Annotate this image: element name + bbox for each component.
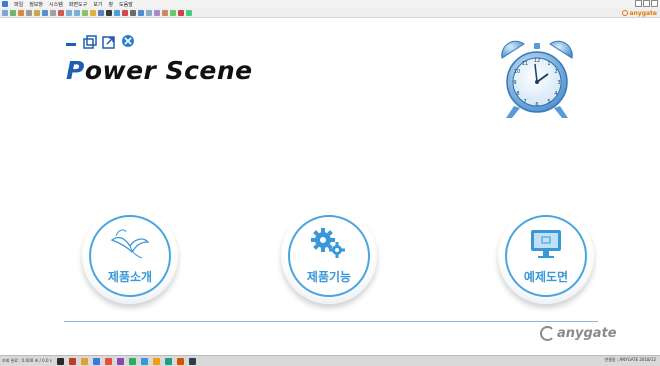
svg-text:8: 8 <box>516 91 519 97</box>
toolbar-save-icon[interactable] <box>42 9 48 16</box>
toolbar-brand: anygate <box>622 8 657 18</box>
svg-text:12: 12 <box>534 58 540 64</box>
toolbar-home-icon[interactable] <box>18 9 24 16</box>
menu-file[interactable]: 파일 <box>14 1 23 8</box>
example-drawings-button[interactable]: 예제도면 <box>498 208 594 304</box>
toolbar-grid-icon[interactable] <box>82 9 88 16</box>
taskbar-app-icon[interactable] <box>140 357 148 365</box>
toolbar-window-icon[interactable] <box>138 9 144 16</box>
gears-icon <box>311 228 345 258</box>
toolbar-settings-icon[interactable] <box>130 9 136 16</box>
toolbar-folder-icon[interactable] <box>34 9 40 16</box>
menu-bar: 파일 정보창 시스템 화면도구 보기 창 도움말 <box>0 0 660 8</box>
taskbar-app-icon[interactable] <box>152 357 160 365</box>
taskbar-app-icon[interactable] <box>68 357 76 365</box>
close-icon[interactable] <box>122 35 134 47</box>
title-rest: ower Scene <box>84 56 253 85</box>
toolbar-print-icon[interactable] <box>50 9 56 16</box>
toolbar-chart-icon[interactable] <box>98 9 104 16</box>
toolbar-alarm-icon[interactable] <box>122 9 128 16</box>
toolbar-export-icon[interactable] <box>170 9 176 16</box>
toolbar-globe-icon[interactable] <box>114 9 120 16</box>
anygate-logo-icon <box>540 326 555 341</box>
menu-system[interactable]: 시스템 <box>49 1 63 8</box>
svg-text:6: 6 <box>535 102 538 108</box>
svg-text:4: 4 <box>554 91 557 97</box>
taskbar: 조회 완료 : 0.000 초 / 0.0 s 연결됨 : ANYGATE 20… <box>0 355 660 366</box>
toolbar-zoom-in-icon[interactable] <box>66 9 72 16</box>
footer-brand: anygate <box>540 326 617 341</box>
menu-view[interactable]: 보기 <box>93 1 102 8</box>
taskbar-app-icon[interactable] <box>164 357 172 365</box>
toolbar-open-icon[interactable] <box>26 9 32 16</box>
toolbar-forward-icon[interactable] <box>10 9 16 16</box>
svg-text:10: 10 <box>514 69 520 75</box>
app-icon <box>2 1 8 7</box>
product-features-button[interactable]: 제품기능 <box>281 208 377 304</box>
toolbar-run-icon[interactable] <box>186 9 192 16</box>
svg-text:5: 5 <box>547 99 550 105</box>
page-title: Power Scene <box>66 56 253 85</box>
toolbar-zoom-out-icon[interactable] <box>74 9 80 16</box>
footer-divider <box>64 321 598 322</box>
toolbar-report-icon[interactable] <box>162 9 168 16</box>
example-drawings-label: 예제도면 <box>523 270 569 284</box>
window-minimize-icon[interactable] <box>635 0 642 7</box>
toolbar-lock-icon[interactable] <box>90 9 96 16</box>
alarm-clock-icon: 12 12 345 678 91011 <box>501 40 573 118</box>
window-controls <box>635 0 658 7</box>
menu-window[interactable]: 창 <box>108 1 113 8</box>
taskbar-app-icon[interactable] <box>92 357 100 365</box>
toolbar-monitor-icon[interactable] <box>106 9 112 16</box>
brand-logo-icon <box>622 10 629 16</box>
footer-brand-text: anygate <box>557 326 617 341</box>
view-controls <box>66 35 134 49</box>
title-first-letter: P <box>66 56 85 85</box>
taskbar-app-icon[interactable] <box>176 357 184 365</box>
toolbar-stop-icon[interactable] <box>178 9 184 16</box>
status-right: 연결됨 : ANYGATE 2018/12 <box>604 357 657 362</box>
window-restore-icon[interactable] <box>643 0 650 7</box>
toolbar-split-icon[interactable] <box>146 9 152 16</box>
menu-help[interactable]: 도움말 <box>119 1 133 8</box>
bird-icon <box>110 229 150 259</box>
taskbar-app-icon[interactable] <box>104 357 112 365</box>
status-left: 조회 완료 : 0.000 초 / 0.0 s <box>2 358 52 363</box>
svg-text:11: 11 <box>522 61 528 67</box>
window-close-icon[interactable] <box>651 0 658 7</box>
menu-info[interactable]: 정보창 <box>29 1 43 8</box>
taskbar-app-icon[interactable] <box>188 357 196 365</box>
minimize-icon[interactable] <box>66 43 76 46</box>
taskbar-app-icon[interactable] <box>116 357 124 365</box>
svg-text:1: 1 <box>547 61 550 67</box>
restore-icon[interactable] <box>83 35 97 49</box>
toolbar-back-icon[interactable] <box>2 9 8 16</box>
svg-text:9: 9 <box>513 80 516 86</box>
svg-text:7: 7 <box>523 99 526 105</box>
toolbar <box>0 8 660 18</box>
toolbar-brand-text: anygate <box>629 9 657 17</box>
taskbar-app-icon[interactable] <box>56 357 64 365</box>
svg-text:3: 3 <box>557 80 560 86</box>
taskbar-app-icon[interactable] <box>80 357 88 365</box>
svg-text:2: 2 <box>554 69 557 75</box>
product-features-label: 제품기능 <box>306 270 352 284</box>
taskbar-app-icon[interactable] <box>128 357 136 365</box>
toolbar-layout-icon[interactable] <box>154 9 160 16</box>
product-intro-label: 제품소개 <box>107 270 153 284</box>
menu-screen-tools[interactable]: 화면도구 <box>69 1 87 8</box>
toolbar-refresh-icon[interactable] <box>58 9 64 16</box>
monitor-icon <box>531 230 561 258</box>
maximize-icon[interactable] <box>102 36 115 49</box>
product-intro-button[interactable]: 제품소개 <box>82 208 178 304</box>
